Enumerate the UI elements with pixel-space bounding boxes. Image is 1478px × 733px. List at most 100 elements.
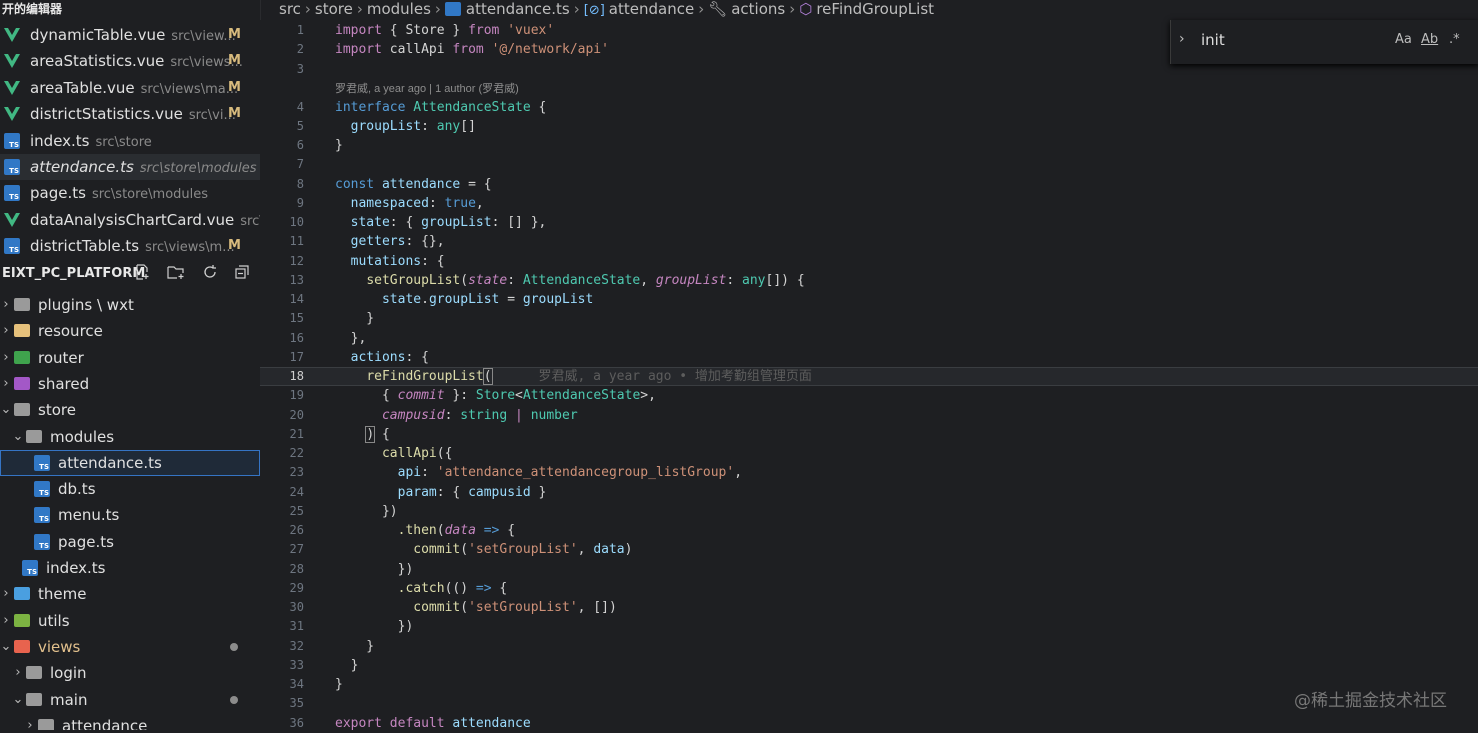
tree-folder[interactable]: ⌄ views	[0, 634, 260, 660]
code-line: 19 { commit }: Store<AttendanceState>,	[289, 388, 656, 403]
tree-folder[interactable]: › shared	[0, 371, 260, 397]
tree-item-label: views	[38, 637, 81, 656]
chevron-right-icon[interactable]: ›	[24, 713, 36, 730]
open-editor-item[interactable]: areaStatistics.vue src\views... M	[0, 48, 260, 74]
tree-folder[interactable]: › theme	[0, 581, 260, 607]
open-editor-path: src\store\modules	[139, 161, 257, 176]
project-header[interactable]: EIXT_PC_PLATFORM	[0, 262, 260, 286]
current-line: 18 reFindGroupList( 罗君威, a year ago • 增加…	[260, 367, 1478, 386]
method-cube-icon: ⬡	[799, 0, 813, 18]
breadcrumb-file[interactable]: attendance.ts	[466, 0, 570, 18]
collapse-all-icon[interactable]	[232, 264, 252, 284]
inline-blame[interactable]: 罗君威, a year ago • 增加考勤组管理页面	[539, 369, 812, 384]
code-line: 24 param: { campusid }	[289, 485, 547, 500]
open-editor-item[interactable]: index.tssrc\store	[0, 128, 260, 154]
folder-icon	[14, 613, 30, 627]
tree-file[interactable]: page.ts	[0, 529, 260, 555]
git-blame-header[interactable]: 罗君威, a year ago | 1 author (罗君威)	[335, 80, 519, 98]
breadcrumb-store[interactable]: store	[315, 0, 353, 18]
open-editor-filename: dataAnalysisChartCard.vuesrc\...	[30, 207, 260, 233]
open-editor-path: src\store	[95, 134, 152, 150]
tree-item-label: store	[38, 401, 76, 420]
use-regex-toggle[interactable]: .*	[1449, 32, 1460, 47]
tree-item-label: utils	[38, 611, 70, 630]
tree-item-label: index.ts	[46, 559, 106, 577]
tree-folder[interactable]: › resource	[0, 318, 260, 344]
chevron-right-icon[interactable]: ›	[0, 371, 12, 397]
chevron-right-icon[interactable]: ›	[1179, 31, 1185, 47]
breadcrumb-symbol-attendance[interactable]: attendance	[609, 0, 694, 18]
code-line: 21 ) {	[289, 426, 390, 443]
tree-folder[interactable]: › router	[0, 345, 260, 371]
code-editor[interactable]: 1 import { Store } from 'vuex' 2 import ca…	[260, 20, 1478, 731]
tree-file[interactable]: index.ts	[0, 555, 260, 581]
tree-item-label: attendance	[62, 716, 148, 730]
tree-folder[interactable]: › utils	[0, 608, 260, 634]
open-editor-item[interactable]: page.tssrc\store\modules	[0, 180, 260, 206]
open-editor-item[interactable]: dataAnalysisChartCard.vuesrc\...	[0, 207, 260, 233]
tree-item-label: main	[50, 690, 88, 709]
new-folder-icon[interactable]	[166, 264, 186, 284]
code-line: 12 mutations: {	[289, 254, 445, 269]
chevron-down-icon[interactable]: ⌄	[12, 424, 24, 450]
tree-file[interactable]: db.ts	[0, 476, 260, 502]
open-editor-item[interactable]: areaTable.vue src\views\ma... M	[0, 75, 260, 101]
chevron-right-icon[interactable]: ›	[0, 581, 12, 607]
chevron-down-icon[interactable]: ⌄	[0, 634, 12, 660]
breadcrumb-src[interactable]: src	[279, 0, 301, 18]
modified-dot	[230, 642, 238, 651]
code-line: 13 setGroupList(state: AttendanceState, …	[289, 273, 805, 288]
project-title: EIXT_PC_PLATFORM	[2, 266, 146, 281]
tree-folder[interactable]: › attendance	[0, 713, 260, 730]
match-whole-word-toggle[interactable]: Ab	[1421, 32, 1438, 47]
chevron-down-icon[interactable]: ⌄	[12, 687, 24, 713]
breadcrumb-modules[interactable]: modules	[367, 0, 431, 18]
open-editor-item[interactable]: dynamicTable.vue src\view... M	[0, 22, 260, 48]
chevron-right-icon[interactable]: ›	[0, 608, 12, 634]
code-line: 14 state.groupList = groupList	[289, 292, 594, 307]
tree-folder[interactable]: ⌄ store	[0, 397, 260, 423]
code-line: 6}	[296, 138, 343, 153]
vue-file-icon	[4, 53, 20, 69]
open-editors-header[interactable]: 开的编辑器	[0, 0, 260, 20]
tree-folder[interactable]: ⌄ main	[0, 687, 260, 713]
chevron-right-icon: ›	[356, 0, 363, 18]
typescript-file-icon	[34, 481, 50, 498]
find-input[interactable]: init	[1201, 31, 1225, 49]
chevron-down-icon[interactable]: ⌄	[0, 397, 12, 423]
open-editor-filename: areaStatistics.vue src\views...	[30, 52, 243, 71]
chevron-right-icon[interactable]: ›	[0, 345, 12, 371]
open-editor-item[interactable]: districtStatistics.vue src\vi... M	[0, 101, 260, 127]
open-editor-item[interactable]: attendance.tssrc\store\modules	[0, 154, 260, 180]
breadcrumb: src › store › modules › attendance.ts › [⊘] atten…	[260, 0, 1478, 20]
tree-item-label: db.ts	[58, 480, 96, 499]
code-line: 15 }	[289, 311, 375, 326]
open-editor-item[interactable]: districtTable.tssrc\views\m...M	[0, 233, 260, 259]
open-editor-filename: districtTable.ts src\views\m...	[30, 237, 235, 256]
refresh-icon[interactable]	[200, 264, 220, 284]
match-case-toggle[interactable]: Aa	[1395, 32, 1412, 47]
chevron-right-icon[interactable]: ›	[0, 292, 12, 318]
tree-folder[interactable]: ⌄ modules	[0, 424, 260, 450]
chevron-right-icon: ›	[789, 0, 796, 18]
code-line: 36 export default attendance	[289, 716, 531, 731]
chevron-right-icon[interactable]: ›	[0, 318, 12, 344]
modified-badge: M	[228, 106, 241, 122]
breadcrumb-symbol-refindgrouplist[interactable]: reFindGroupList	[816, 0, 934, 18]
code-line: 27 commit('setGroupList', data)	[289, 542, 633, 557]
tree-folder[interactable]: › login	[0, 660, 260, 686]
tree-folder[interactable]: › plugins \ wxt	[0, 292, 260, 318]
tree-file[interactable]: attendance.ts	[0, 449, 260, 476]
tree-item-label: login	[50, 664, 87, 683]
tree-item-label: page.ts	[58, 532, 114, 551]
chevron-right-icon[interactable]: ›	[12, 660, 24, 686]
new-file-icon[interactable]	[132, 264, 152, 284]
typescript-file-icon	[34, 507, 50, 524]
breadcrumb-symbol-actions[interactable]: actions	[731, 0, 785, 18]
typescript-file-icon	[34, 533, 50, 550]
tree-item-label: router	[38, 348, 84, 367]
open-editor-filename: page.ts src\store\modules	[30, 184, 209, 203]
tree-file[interactable]: menu.ts	[0, 502, 260, 528]
open-editor-path: src\...	[240, 213, 260, 229]
watermark: @稀土掘金技术社区	[1294, 691, 1447, 711]
